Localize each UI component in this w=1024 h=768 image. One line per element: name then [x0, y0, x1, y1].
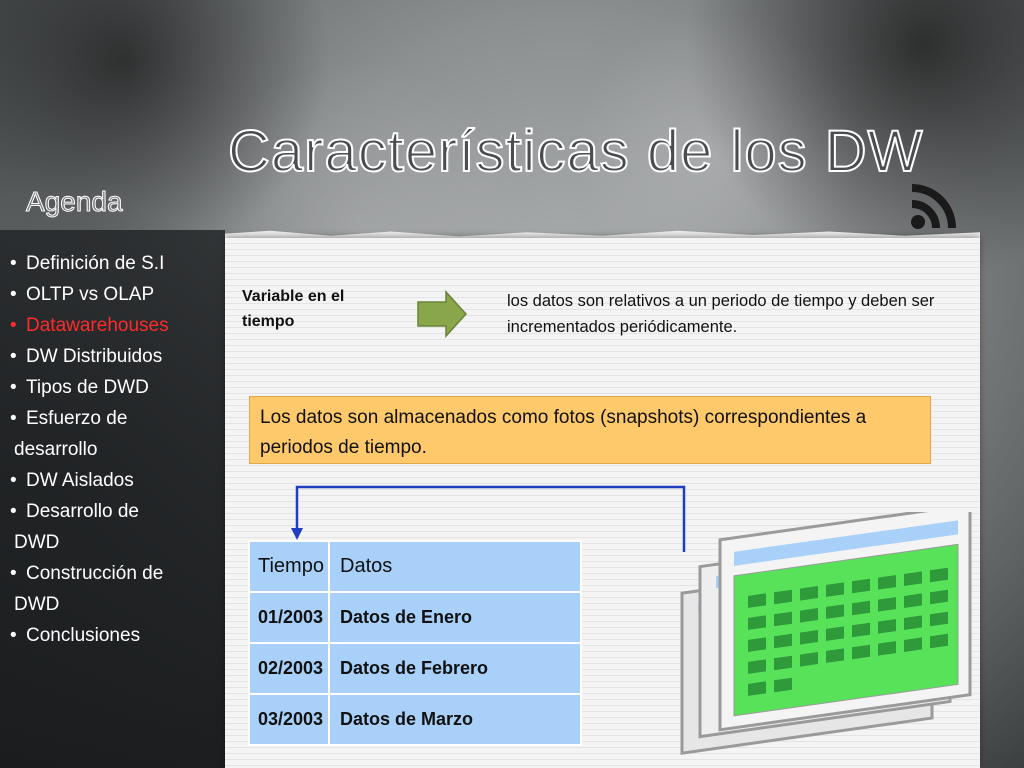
slide-title: Características de los DW: [227, 118, 924, 185]
agenda-item-datawarehouses[interactable]: • Datawarehouses: [10, 310, 225, 341]
agenda-item-tipos-dwd[interactable]: • Tipos de DWD: [10, 372, 225, 403]
table-row: 02/2003 Datos de Febrero: [248, 642, 582, 695]
agenda-item-dw-aislados[interactable]: • DW Aislados: [10, 465, 225, 496]
cell-datos: Datos de Marzo: [328, 693, 582, 746]
agenda-item-oltp-olap[interactable]: • OLTP vs OLAP: [10, 279, 225, 310]
header-datos: Datos: [328, 540, 582, 593]
snapshot-box: Los datos son almacenados como fotos (sn…: [249, 396, 931, 464]
table-row: 01/2003 Datos de Enero: [248, 591, 582, 644]
table-header-row: Tiempo Datos: [248, 540, 582, 593]
header-tiempo: Tiempo: [248, 540, 330, 593]
agenda-item-definicion[interactable]: • Definición de S.I: [10, 248, 225, 279]
agenda-title: Agenda: [26, 186, 124, 218]
variable-description: los datos son relativos a un periodo de …: [507, 292, 935, 336]
table-row: 03/2003 Datos de Marzo: [248, 693, 582, 746]
agenda-list: • Definición de S.I • OLTP vs OLAP • Datawa…: [10, 248, 225, 651]
time-data-table: Tiempo Datos 01/2003 Datos de Enero 02/2…: [248, 540, 582, 746]
agenda-item-desarrollo-dwd[interactable]: • Desarrollo de DWD: [10, 496, 225, 558]
agenda-item-conclusiones[interactable]: • Conclusiones: [10, 620, 225, 651]
agenda-item-construccion-dwd[interactable]: • Construcción de DWD: [10, 558, 225, 620]
cell-tiempo: 01/2003: [248, 591, 330, 644]
cell-tiempo: 03/2003: [248, 693, 330, 746]
agenda-item-dw-distribuidos[interactable]: • DW Distribuidos: [10, 341, 225, 372]
right-arrow-icon: [417, 290, 468, 338]
cell-datos: Datos de Enero: [328, 591, 582, 644]
cell-tiempo: 02/2003: [248, 642, 330, 695]
snapshot-screens-icon: [680, 512, 972, 755]
rss-icon: [911, 184, 956, 229]
variable-label: Variable en el tiempo: [242, 288, 345, 330]
cell-datos: Datos de Febrero: [328, 642, 582, 695]
agenda-item-esfuerzo[interactable]: • Esfuerzo de desarrollo: [10, 403, 225, 465]
